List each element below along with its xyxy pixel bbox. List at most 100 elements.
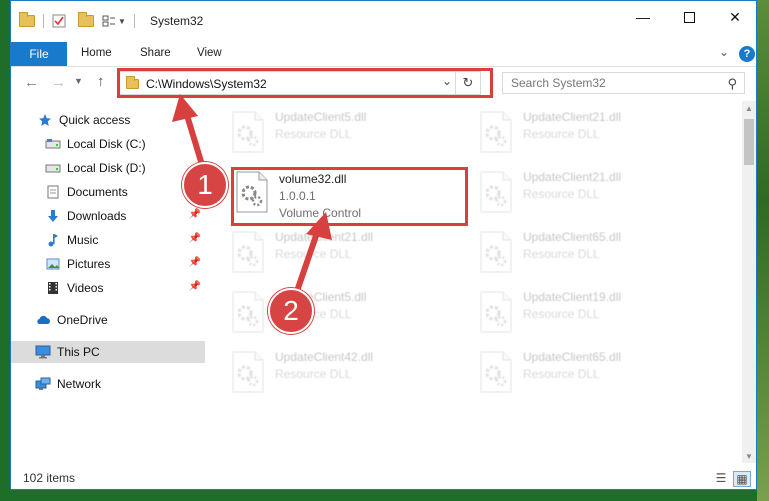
nav-item-pictures[interactable]: Pictures 📌 <box>11 253 205 275</box>
documents-icon <box>45 185 61 199</box>
file-type: Resource DLL <box>275 367 352 381</box>
back-button[interactable]: ← <box>24 74 39 91</box>
customize-toolbar-icon[interactable] <box>102 14 116 28</box>
file-explorer-window: ▼ System32 — ✕ File Home Share View ⌄ ? … <box>10 0 757 490</box>
vertical-scrollbar[interactable]: ▲ ▼ <box>742 101 756 463</box>
tab-file[interactable]: File <box>11 42 67 66</box>
file-highlight-box <box>231 167 468 226</box>
pictures-icon <box>45 257 61 271</box>
nav-item-videos[interactable]: Videos 📌 <box>11 277 205 299</box>
pin-icon[interactable]: 📌 <box>189 233 201 244</box>
dll-file-icon <box>480 291 512 333</box>
forward-button[interactable]: → <box>51 74 66 91</box>
arrow-up-icon: ↑ <box>97 73 105 90</box>
file-item[interactable]: UpdateClient65.dll Resource DLL <box>475 225 710 279</box>
nav-item-quick-access[interactable]: Quick access <box>11 109 205 131</box>
minimize-button[interactable]: — <box>620 1 666 33</box>
drive-icon <box>45 137 61 151</box>
file-type: Resource DLL <box>275 127 352 141</box>
nav-item-documents[interactable]: Documents <box>11 181 205 203</box>
search-box[interactable]: ⚲ <box>502 72 745 94</box>
tab-view[interactable]: View <box>197 47 222 59</box>
file-item[interactable]: UpdateClient21.dll Resource DLL <box>227 225 462 279</box>
file-name: UpdateClient19.dll <box>523 290 622 304</box>
close-icon: ✕ <box>729 8 741 25</box>
file-name: UpdateClient21.dll <box>275 230 374 244</box>
network-icon <box>35 377 51 391</box>
pin-icon[interactable]: 📌 <box>189 281 201 292</box>
pin-icon[interactable]: 📌 <box>189 209 201 220</box>
file-item[interactable]: UpdateClient21.dll Resource DLL <box>475 165 710 219</box>
nav-item-music[interactable]: Music 📌 <box>11 229 205 251</box>
computer-icon <box>35 345 51 359</box>
file-name: UpdateClient21.dll <box>523 110 622 124</box>
pin-icon[interactable]: 📌 <box>189 257 201 268</box>
nav-item-label: This PC <box>57 345 100 359</box>
file-item[interactable]: UpdateClient42.dll Resource DLL <box>227 345 462 399</box>
nav-item-network[interactable]: Network <box>11 373 205 395</box>
nav-item-onedrive[interactable]: OneDrive <box>11 309 205 331</box>
file-item[interactable]: UpdateClient5.dll Resource DLL <box>227 105 462 159</box>
file-item[interactable]: UpdateClient5.dll Resource DLL <box>227 285 462 339</box>
desktop-background <box>757 0 769 501</box>
address-highlight-box <box>117 68 493 98</box>
dll-file-icon <box>232 351 264 393</box>
nav-item-downloads[interactable]: Downloads 📌 <box>11 205 205 227</box>
file-item[interactable]: UpdateClient21.dll Resource DLL <box>475 105 710 159</box>
nav-item-label: Videos <box>67 281 104 295</box>
file-item[interactable]: UpdateClient19.dll Resource DLL <box>475 285 710 339</box>
up-button[interactable]: ↑ <box>97 73 105 90</box>
scroll-up-icon[interactable]: ▲ <box>742 101 756 115</box>
scrollbar-thumb[interactable] <box>744 119 754 165</box>
maximize-button[interactable] <box>666 1 712 33</box>
title-bar: ▼ System32 — ✕ <box>11 1 756 39</box>
nav-item-local-disk-c[interactable]: Local Disk (C:) <box>11 133 205 155</box>
scroll-down-icon[interactable]: ▼ <box>742 449 756 463</box>
nav-item-label: Quick access <box>59 113 131 127</box>
expand-ribbon-icon[interactable]: ⌄ <box>719 45 729 59</box>
dll-file-icon <box>232 291 264 333</box>
nav-item-label: Local Disk (D:) <box>67 161 146 175</box>
maximize-icon <box>683 11 695 23</box>
tab-home[interactable]: Home <box>81 47 112 59</box>
file-item[interactable]: UpdateClient65.dll Resource DLL <box>475 345 710 399</box>
close-button[interactable]: ✕ <box>712 1 756 33</box>
arrow-left-icon: ← <box>24 74 39 91</box>
file-type: Resource DLL <box>523 187 600 201</box>
dll-file-icon <box>232 231 264 273</box>
navigation-pane: Quick access Local Disk (C:) Local Disk … <box>11 101 207 463</box>
toolbar-separator <box>133 14 135 28</box>
chevron-down-icon[interactable]: ▼ <box>118 17 126 26</box>
ribbon-tabs: File Home Share View ⌄ ? <box>11 42 756 67</box>
search-input[interactable] <box>503 73 729 93</box>
file-name: UpdateClient42.dll <box>275 350 374 364</box>
star-icon <box>37 113 53 127</box>
file-name: UpdateClient21.dll <box>523 170 622 184</box>
videos-icon <box>45 281 61 295</box>
file-type: Resource DLL <box>523 367 600 381</box>
file-type: Resource DLL <box>523 307 600 321</box>
arrow-right-icon: → <box>51 74 66 91</box>
window-title: System32 <box>150 14 204 28</box>
status-item-count: 102 items <box>23 471 76 485</box>
nav-item-label: OneDrive <box>57 313 108 327</box>
nav-item-this-pc[interactable]: This PC <box>11 341 205 363</box>
dll-file-icon <box>232 111 264 153</box>
recent-locations-button[interactable]: ▼ <box>74 76 83 86</box>
large-icons-view-icon[interactable]: ▦ <box>733 471 751 487</box>
properties-icon[interactable] <box>52 14 66 28</box>
quick-access-toolbar: ▼ <box>19 12 135 29</box>
step-badge-2: 2 <box>268 288 314 334</box>
new-folder-icon[interactable] <box>78 12 94 27</box>
tab-share[interactable]: Share <box>140 47 171 59</box>
nav-item-local-disk-d[interactable]: Local Disk (D:) <box>11 157 205 179</box>
file-type: Resource DLL <box>523 247 600 261</box>
cloud-icon <box>35 313 51 327</box>
help-icon[interactable]: ? <box>739 46 755 62</box>
nav-item-label: Pictures <box>67 257 111 271</box>
downloads-icon <box>45 209 61 223</box>
file-name: UpdateClient5.dll <box>275 110 367 124</box>
search-icon[interactable]: ⚲ <box>727 76 737 92</box>
details-view-icon[interactable]: ☰ <box>713 471 729 485</box>
file-name: UpdateClient65.dll <box>523 230 622 244</box>
